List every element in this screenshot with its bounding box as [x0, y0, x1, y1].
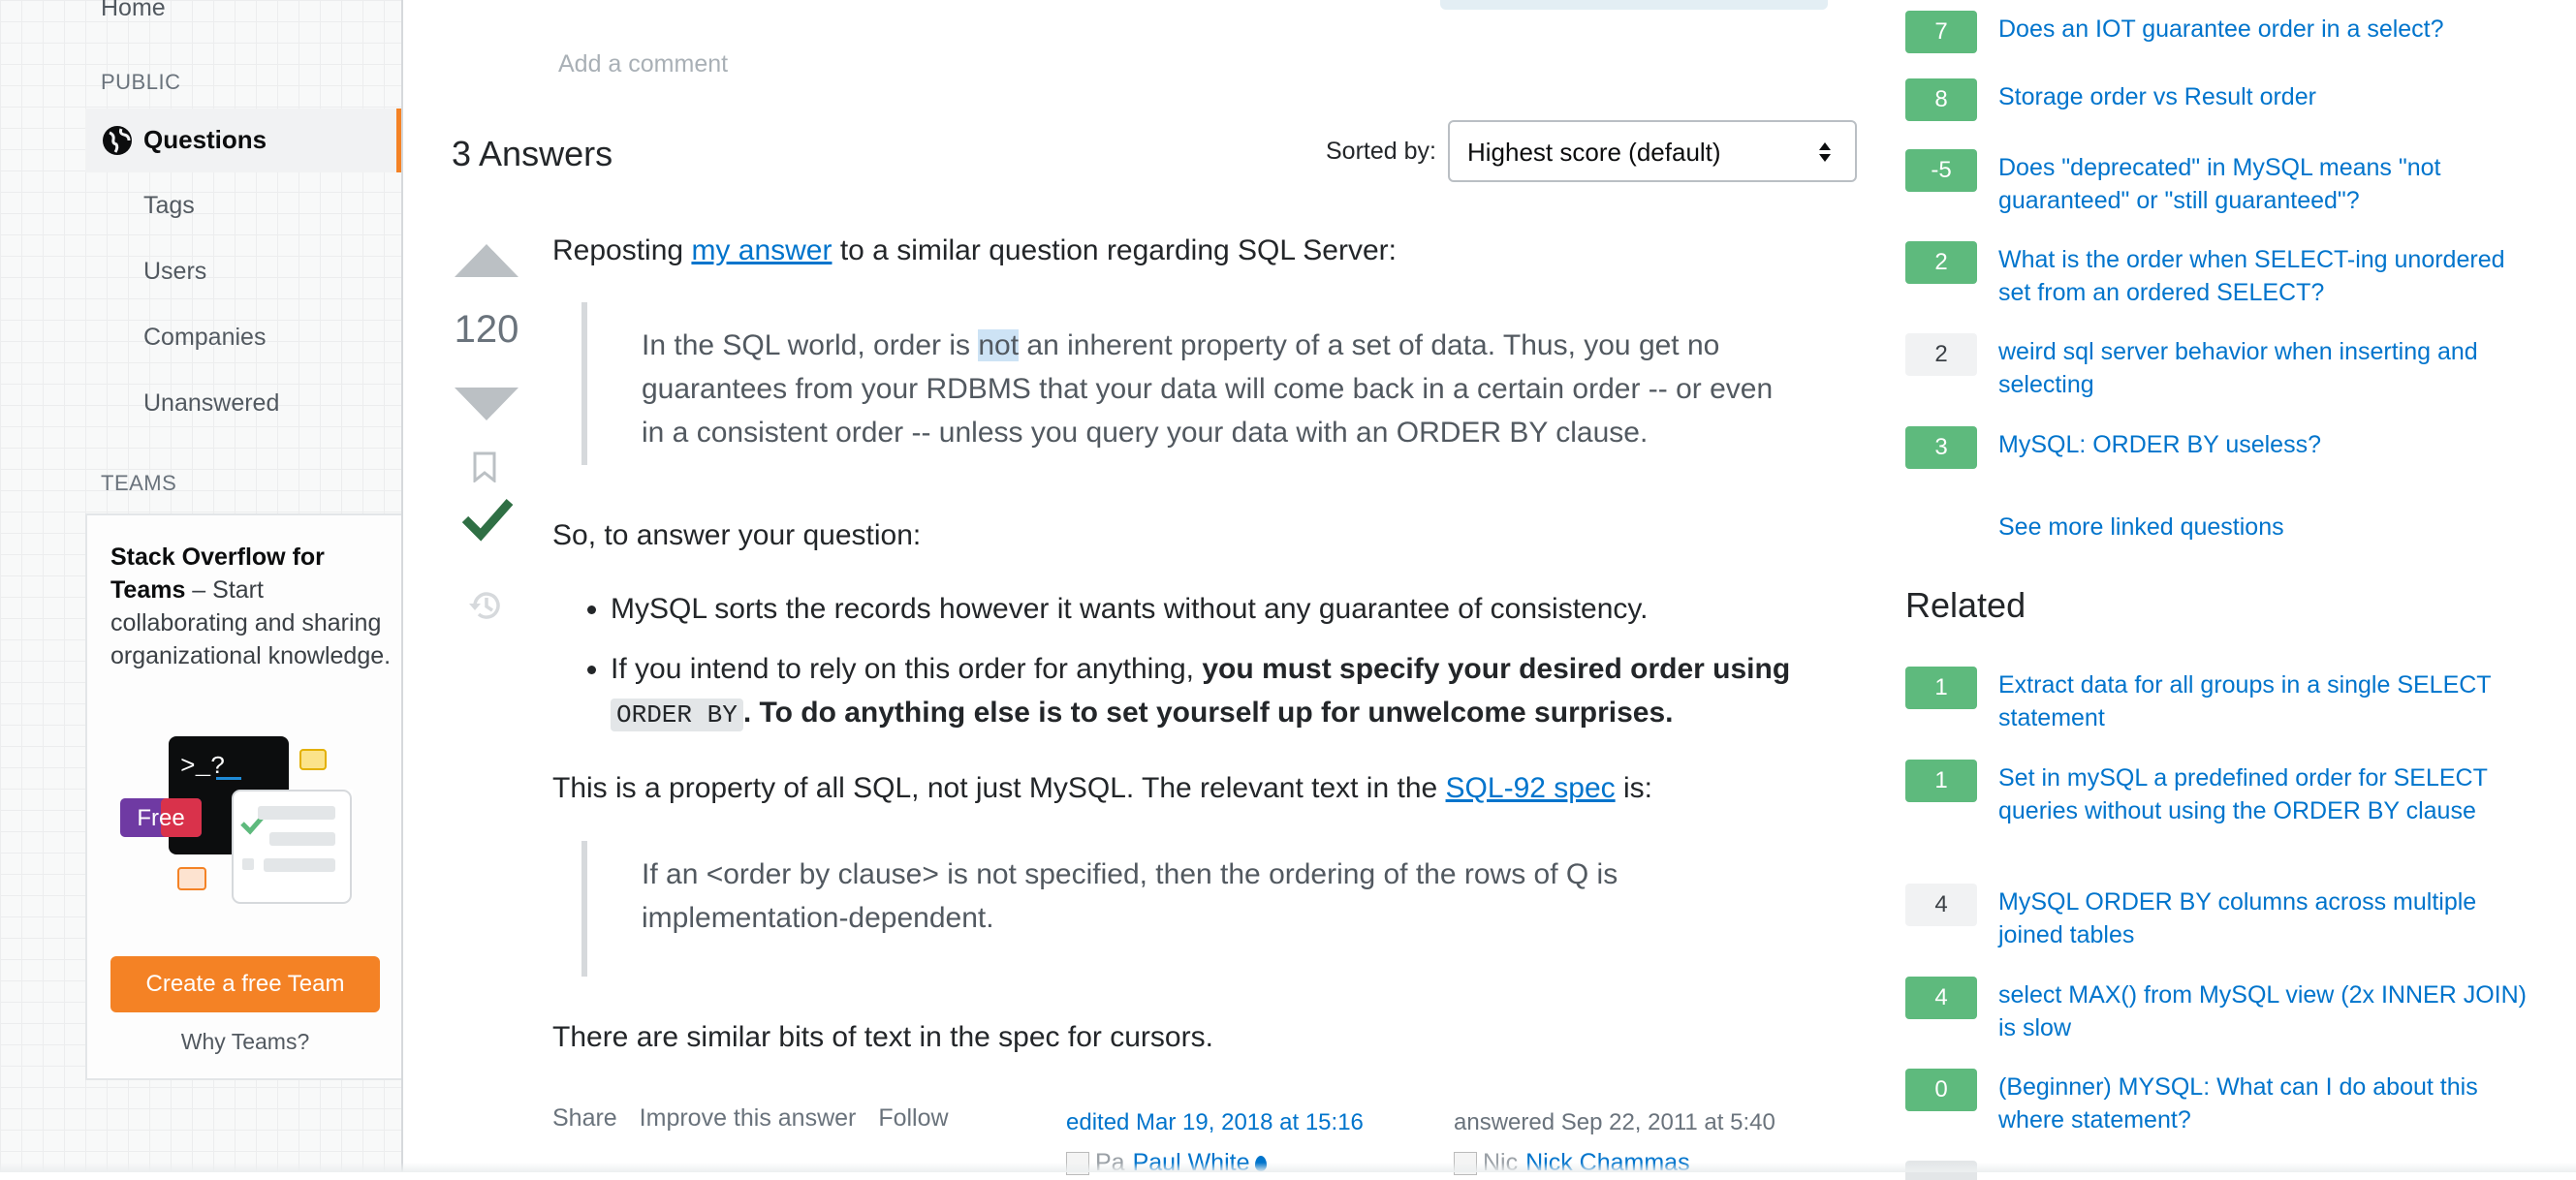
linked-question-link[interactable]: Does "deprecated" in MySQL means "not gu… — [1998, 151, 2541, 217]
teams-illustration: >_? Free — [120, 736, 353, 904]
add-comment-link[interactable]: Add a comment — [558, 50, 728, 78]
linked-question-link[interactable]: weird sql server behavior when inserting… — [1998, 335, 2541, 401]
answer-count-badge: 4 — [1905, 884, 1977, 926]
edited-timestamp-link[interactable]: edited Mar 19, 2018 at 15:16 — [1066, 1109, 1364, 1136]
share-link[interactable]: Share — [552, 1104, 617, 1132]
answer-count-badge: 2 — [1905, 333, 1977, 376]
answer-text: to a similar question regarding SQL Serv… — [832, 234, 1397, 266]
vote-down-icon[interactable] — [455, 388, 518, 420]
sort-select-value: Highest score (default) — [1467, 138, 1721, 167]
nav-tags[interactable]: Tags — [143, 192, 195, 220]
question-footer-card — [1440, 0, 1828, 10]
answer-bullet-list: MySQL sorts the records however it wants… — [552, 587, 1832, 754]
bookmark-icon[interactable] — [472, 451, 497, 482]
answer-text: is: — [1615, 772, 1652, 804]
list-item: MySQL sorts the records however it wants… — [611, 587, 1832, 631]
related-question-link[interactable]: select MAX() from MySQL view (2x INNER J… — [1998, 978, 2541, 1044]
left-sidebar: Home PUBLIC Questions Tags Users Compani… — [0, 0, 403, 1172]
answer-paragraph: There are similar bits of text in the sp… — [552, 1021, 1213, 1053]
create-free-team-button[interactable]: Create a free Team — [110, 956, 380, 1012]
answer-count-badge: 0 — [1905, 1069, 1977, 1111]
sort-select[interactable]: Highest score (default) — [1448, 120, 1857, 182]
answer-text: This is a property of all SQL, not just … — [552, 772, 1446, 804]
list-item-text: If you intend to rely on this order for … — [611, 653, 1203, 685]
answer-count-badge: 4 — [1905, 977, 1977, 1019]
nav-companies[interactable]: Companies — [143, 324, 266, 352]
select-caret-icon — [1819, 142, 1831, 162]
linked-question-link[interactable]: MySQL: ORDER BY useless? — [1998, 428, 2541, 461]
answer-text: Reposting — [552, 234, 692, 266]
inline-code: ORDER BY — [611, 699, 743, 731]
my-answer-link[interactable]: my answer — [691, 234, 832, 266]
improve-answer-link[interactable]: Improve this answer — [640, 1104, 857, 1132]
chat-bubble-icon — [299, 749, 327, 770]
viewport-edge — [0, 1163, 2576, 1172]
related-question-link[interactable]: Extract data for all groups in a single … — [1998, 668, 2541, 734]
vote-count: 120 — [454, 308, 519, 351]
related-question-link[interactable]: (Beginner) MYSQL: What can I do about th… — [1998, 1071, 2541, 1136]
nav-users[interactable]: Users — [143, 258, 206, 286]
related-heading: Related — [1905, 585, 2026, 625]
answers-count-heading: 3 Answers — [452, 134, 613, 173]
linked-question-link[interactable]: Does an IOT guarantee order in a select? — [1998, 13, 2541, 46]
chat-bubble-icon — [177, 867, 206, 890]
answer-paragraph: This is a property of all SQL, not just … — [552, 766, 1652, 810]
related-question-link[interactable]: MySQL ORDER BY columns across multiple j… — [1998, 885, 2541, 951]
linked-question-link[interactable]: What is the order when SELECT-ing unorde… — [1998, 243, 2541, 309]
accepted-check-icon — [461, 499, 514, 542]
teams-promo-text: Stack Overflow for Teams – Start collabo… — [110, 541, 392, 672]
blockquote: If an <order by clause> is not specified… — [581, 841, 1793, 977]
sql92-spec-link[interactable]: SQL-92 spec — [1446, 772, 1616, 804]
highlighted-text: not — [978, 329, 1020, 361]
nav-questions-label: Questions — [143, 125, 267, 154]
follow-link[interactable]: Follow — [878, 1104, 948, 1132]
related-question-link[interactable]: Set in mySQL a predefined order for SELE… — [1998, 761, 2541, 827]
post-menu: Share Improve this answer Follow — [552, 1104, 964, 1133]
answer-count-badge: 8 — [1905, 78, 1977, 121]
answer-count-badge: 2 — [1905, 241, 1977, 284]
globe-icon — [103, 126, 132, 155]
why-teams-link[interactable]: Why Teams? — [87, 1029, 403, 1055]
teams-promo: Stack Overflow for Teams – Start collabo… — [85, 513, 401, 1080]
answered-timestamp: answered Sep 22, 2011 at 5:40 — [1454, 1109, 1775, 1135]
answer-count-badge: 3 — [1905, 426, 1977, 469]
list-item-bold-text: you must specify your desired order usin… — [1202, 653, 1791, 685]
answer-paragraph: So, to answer your question: — [552, 519, 922, 551]
answer-paragraph: Reposting my answer to a similar questio… — [552, 229, 1397, 272]
vote-up-icon[interactable] — [455, 244, 518, 277]
nav-unanswered[interactable]: Unanswered — [143, 389, 279, 418]
see-more-linked-link[interactable]: See more linked questions — [1998, 513, 2284, 542]
list-item-bold-text: . To do anything else is to set yourself… — [742, 697, 1674, 729]
nav-heading-public: PUBLIC — [101, 70, 181, 94]
terminal-prompt: >_? — [180, 752, 226, 781]
nav-questions[interactable]: Questions — [85, 109, 401, 172]
answer-count-badge: 1 — [1905, 667, 1977, 709]
answer-count-badge: -5 — [1905, 149, 1977, 192]
answer-count-badge: 1 — [1905, 760, 1977, 802]
nav-home[interactable]: Home — [101, 0, 166, 22]
list-item: If you intend to rely on this order for … — [611, 647, 1832, 737]
blockquote: In the SQL world, order is not an inhere… — [581, 302, 1793, 465]
nav-heading-teams: TEAMS — [101, 471, 177, 495]
answer-count-badge: 7 — [1905, 11, 1977, 53]
quote-text: In the SQL world, order is — [642, 329, 979, 361]
history-icon[interactable] — [467, 587, 504, 624]
free-tag-label: Free — [137, 805, 184, 831]
linked-question-link[interactable]: Storage order vs Result order — [1998, 80, 2541, 113]
sorted-by-label: Sorted by: — [1326, 138, 1436, 165]
